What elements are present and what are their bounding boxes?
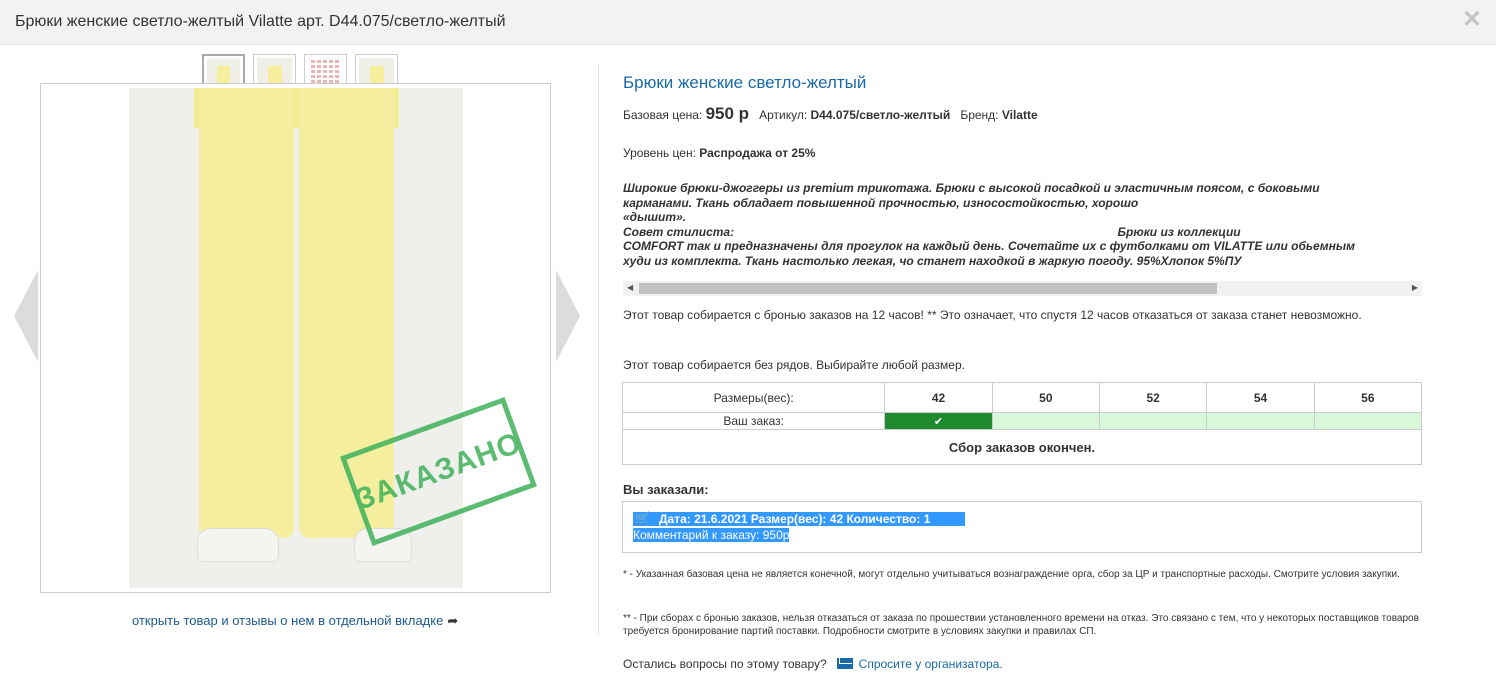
ordered-box: 🛒 Дата: 21.6.2021 Размер(вес): 42 Количе… bbox=[622, 501, 1422, 553]
mail-icon bbox=[836, 658, 853, 669]
size-table: Размеры(вес): 42 50 52 54 56 Ваш заказ: … bbox=[622, 382, 1422, 465]
your-order-label: Ваш заказ: bbox=[723, 414, 785, 428]
size-option: 42 bbox=[884, 383, 991, 412]
footnote-reservation: ** - При сборах с бронью заказов, нельзя… bbox=[623, 613, 1419, 637]
modal-header: Брюки женские светло-желтый Vilatte арт.… bbox=[0, 0, 1496, 45]
footnote-price: * - Указанная базовая цена не является к… bbox=[623, 569, 1400, 580]
horizontal-scrollbar[interactable]: ◀ ▶ bbox=[623, 281, 1422, 296]
collection-closed: Сбор заказов окончен. bbox=[948, 439, 1096, 455]
price-level: Уровень цен: Распродажа от 25% bbox=[623, 146, 816, 160]
size-order-cell[interactable] bbox=[1099, 413, 1207, 429]
order-comment: Комментарий к заказу: 950р bbox=[633, 528, 790, 542]
column-divider bbox=[598, 64, 599, 634]
size-option: 52 bbox=[1099, 383, 1206, 412]
size-order-cell[interactable] bbox=[991, 413, 1099, 429]
sizes-notice: Этот товар собирается без рядов. Выбирай… bbox=[623, 358, 965, 372]
size-option: 56 bbox=[1313, 383, 1421, 412]
contact-line: Остались вопросы по этому товару? Спросит… bbox=[623, 657, 1003, 671]
modal-title: Брюки женские светло-желтый Vilatte арт.… bbox=[15, 13, 506, 30]
price-line: Базовая цена: 950 р Артикул: D44.075/све… bbox=[623, 104, 1038, 123]
base-price: 950 р bbox=[705, 104, 750, 123]
scroll-left-icon[interactable]: ◀ bbox=[627, 283, 633, 292]
open-in-new-tab-link[interactable]: открыть товар и отзывы о нем в отдельной… bbox=[132, 613, 458, 629]
ordered-label: Вы заказали: bbox=[623, 482, 709, 497]
size-order-cell-selected[interactable]: ✔ bbox=[884, 413, 992, 429]
brand-value: Vilatte bbox=[1001, 108, 1038, 122]
order-details: 🛒 Дата: 21.6.2021 Размер(вес): 42 Количе… bbox=[633, 511, 965, 526]
product-title: Брюки женские светло-желтый bbox=[623, 73, 867, 92]
product-description: Широкие брюки-джоггеры из premium трикот… bbox=[623, 181, 1355, 268]
share-icon: ➦ bbox=[447, 613, 459, 628]
ask-organizer-link[interactable]: Спросите у организатора. bbox=[859, 657, 1003, 671]
prev-image-arrow[interactable] bbox=[14, 270, 38, 362]
next-image-arrow[interactable] bbox=[556, 270, 580, 362]
scrollbar-thumb[interactable] bbox=[639, 283, 1217, 294]
size-order-cell[interactable] bbox=[1313, 413, 1421, 429]
scroll-right-icon[interactable]: ▶ bbox=[1412, 283, 1418, 292]
reservation-notice: Этот товар собирается с бронью заказов н… bbox=[623, 308, 1362, 322]
article-value: D44.075/светло-желтый bbox=[810, 108, 951, 122]
close-icon[interactable]: ✕ bbox=[1462, 8, 1482, 32]
product-image-frame: ЗАКАЗАНО bbox=[40, 83, 551, 593]
cart-icon: 🛒 bbox=[635, 511, 650, 525]
size-option: 50 bbox=[991, 383, 1099, 412]
size-option: 54 bbox=[1206, 383, 1313, 412]
size-order-cell[interactable] bbox=[1206, 413, 1314, 429]
sizes-header-label: Размеры(вес): bbox=[713, 390, 794, 405]
